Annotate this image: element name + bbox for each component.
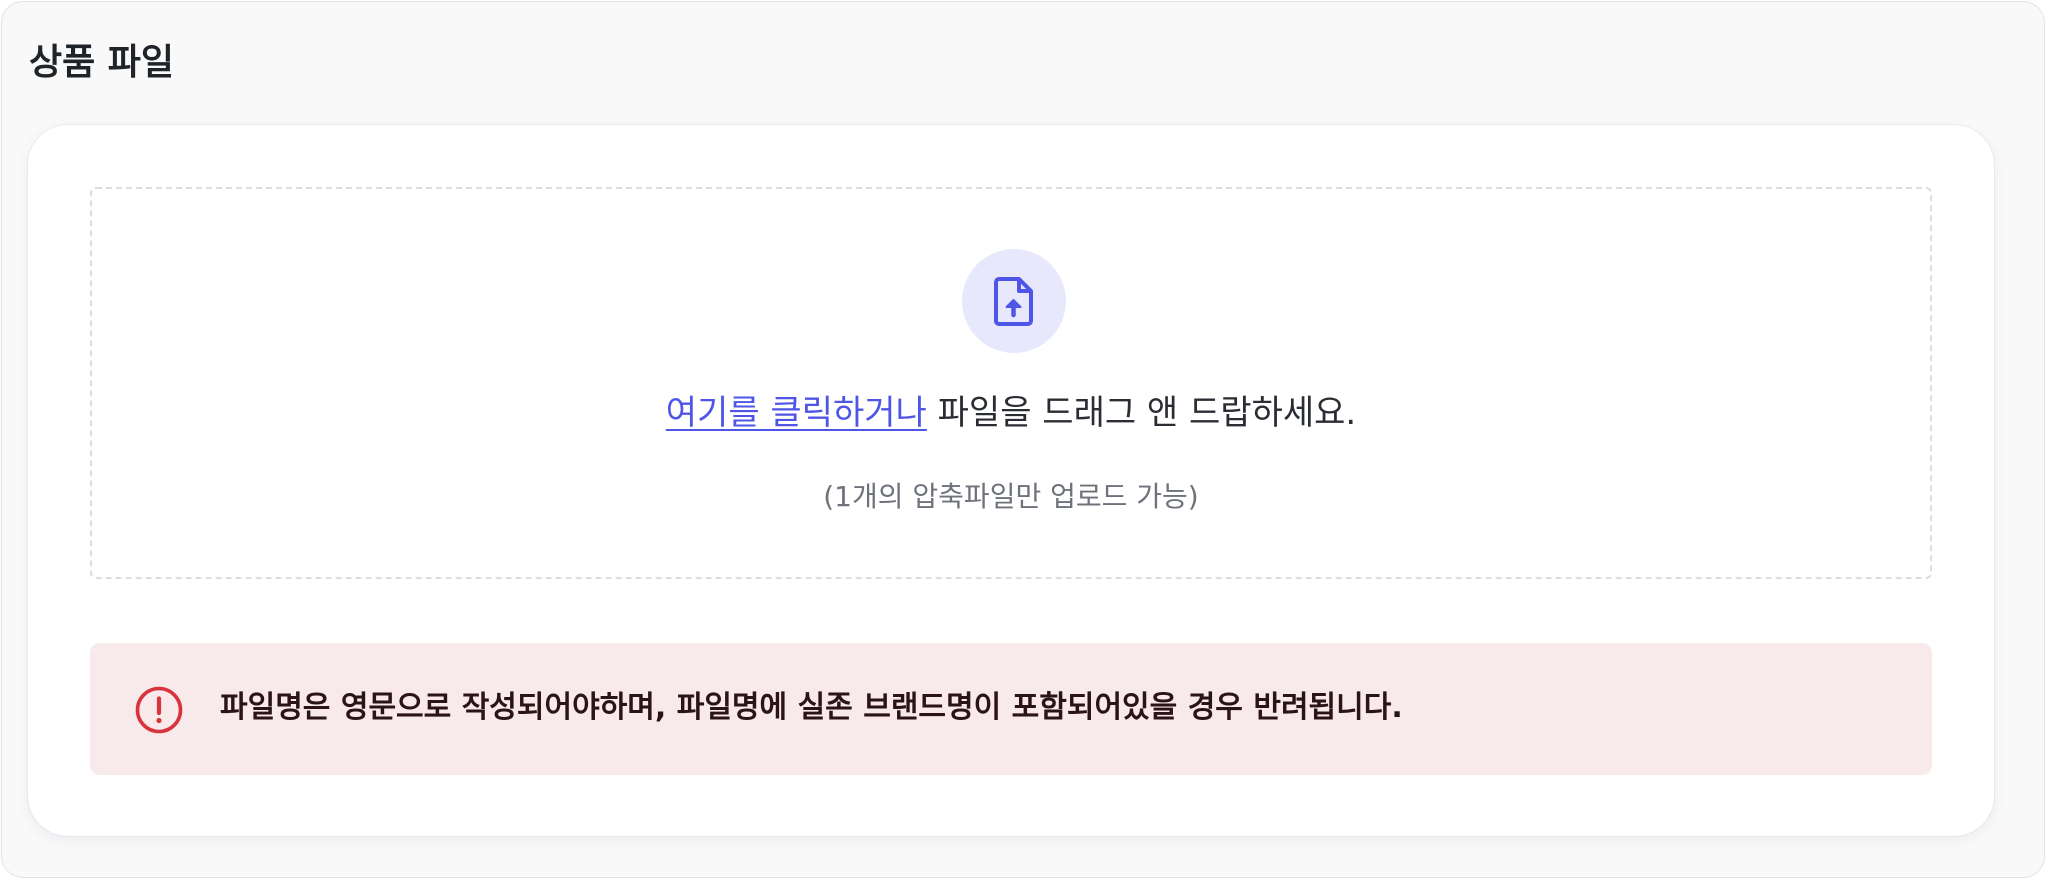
section-title: 상품 파일 [29,42,175,83]
filename-warning-alert: 파일명은 영문으로 작성되어야하며, 파일명에 실존 브랜드명이 포함되어있을 … [90,643,1932,775]
upload-limit-hint: (1개의 압축파일만 업로드 가능) [823,480,1199,513]
drop-instruction-text: 파일을 드래그 앤 드랍하세요. [926,393,1357,433]
drop-instruction: 여기를 클릭하거나 파일을 드래그 앤 드랍하세요. [92,389,1930,437]
file-dropzone[interactable]: 여기를 클릭하거나 파일을 드래그 앤 드랍하세요. (1개의 압축파일만 업로… [90,187,1932,579]
alert-message: 파일명은 영문으로 작성되어야하며, 파일명에 실존 브랜드명이 포함되어있을 … [220,690,1403,725]
file-upload-icon [994,277,1033,326]
browse-files-link[interactable]: 여기를 클릭하거나 [666,393,927,433]
product-file-panel: 상품 파일 여기를 클릭하거나 파일을 드래그 앤 드랍하세요. (1개의 압축… [1,1,2045,878]
upload-card: 여기를 클릭하거나 파일을 드래그 앤 드랍하세요. (1개의 압축파일만 업로… [28,125,1994,836]
exclamation-circle-icon [135,686,183,734]
upload-icon-badge [962,249,1066,353]
